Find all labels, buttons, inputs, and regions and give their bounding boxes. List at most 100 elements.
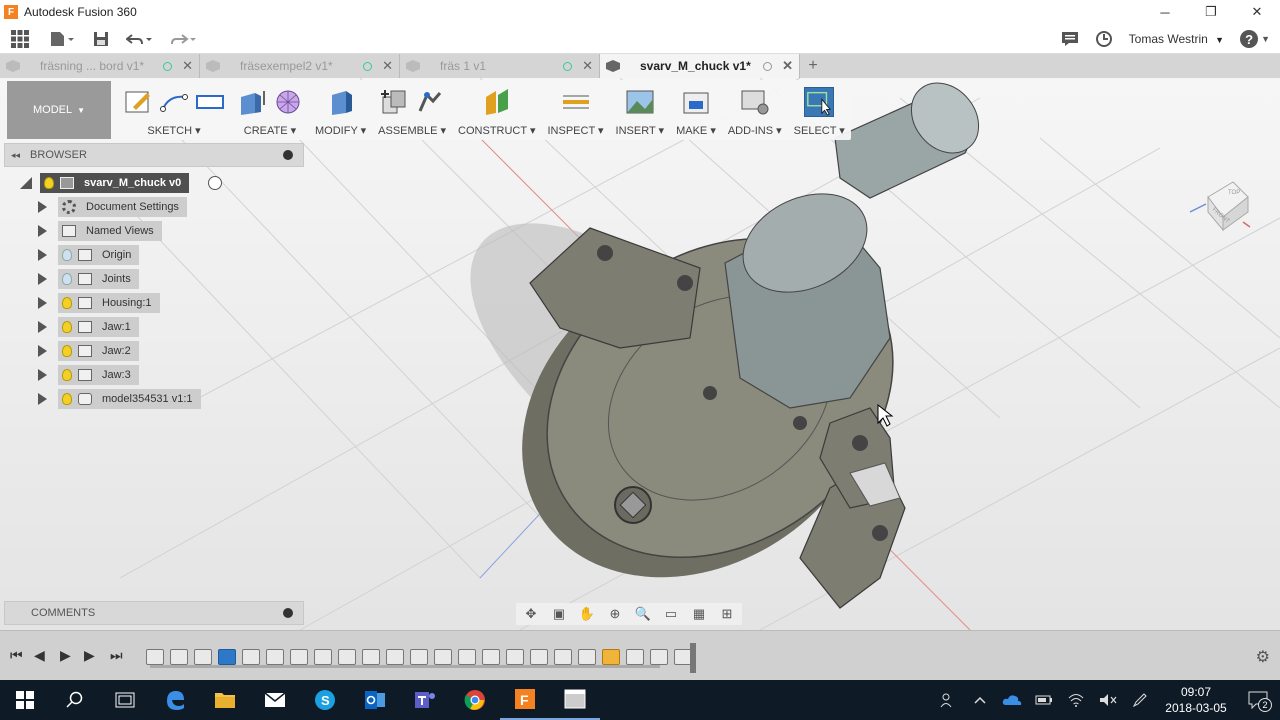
browser-panel-header[interactable]: ◂◂ BROWSER bbox=[4, 143, 304, 167]
ribbon-group-modify[interactable]: MODIFY ▾ bbox=[309, 80, 372, 140]
activate-component-icon[interactable] bbox=[208, 176, 222, 190]
fusion-app[interactable]: F bbox=[500, 680, 550, 720]
expanded-arrow-icon[interactable] bbox=[20, 177, 32, 189]
timeline-feature[interactable] bbox=[242, 649, 260, 665]
zoom-icon[interactable]: ⊕ bbox=[604, 606, 626, 622]
undo-button[interactable] bbox=[118, 25, 162, 53]
timeline-feature[interactable] bbox=[434, 649, 452, 665]
tree-chip[interactable]: Origin bbox=[58, 245, 140, 265]
tree-root[interactable]: svarv_M_chuck v0 bbox=[0, 171, 320, 195]
teams-app[interactable] bbox=[400, 680, 450, 720]
tree-item-model354531[interactable]: model354531 v1:1 bbox=[0, 387, 320, 411]
tab-svarv-m-chuck[interactable]: svarv_M_chuck v1* ✕ bbox=[600, 54, 800, 78]
ribbon-group-insert[interactable]: INSERT ▾ bbox=[610, 80, 671, 140]
go-to-end-icon[interactable]: ⏭ bbox=[110, 647, 123, 664]
look-at-icon[interactable]: ▣ bbox=[548, 606, 570, 622]
visibility-bulb-icon[interactable] bbox=[62, 345, 72, 357]
timeline-feature[interactable] bbox=[650, 649, 668, 665]
step-back-icon[interactable]: ◀ bbox=[34, 647, 45, 664]
expand-arrow-icon[interactable] bbox=[38, 393, 47, 405]
timeline-feature[interactable] bbox=[554, 649, 572, 665]
timeline-feature[interactable] bbox=[266, 649, 284, 665]
save-button[interactable] bbox=[84, 25, 118, 53]
select-tool-icon[interactable] bbox=[804, 87, 835, 117]
scripts-icon[interactable] bbox=[740, 87, 770, 117]
timeline-sketch[interactable] bbox=[218, 649, 236, 665]
timeline-joint[interactable] bbox=[602, 649, 620, 665]
timeline-feature[interactable] bbox=[290, 649, 308, 665]
skype-app[interactable]: S bbox=[300, 680, 350, 720]
tree-item-jaw-2[interactable]: Jaw:2 bbox=[0, 339, 320, 363]
ribbon-group-sketch[interactable]: SKETCH ▾ bbox=[117, 80, 231, 140]
comments-panel-header[interactable]: COMMENTS bbox=[4, 601, 304, 625]
outlook-app[interactable] bbox=[350, 680, 400, 720]
timeline-feature[interactable] bbox=[578, 649, 596, 665]
visibility-bulb-icon[interactable] bbox=[62, 273, 72, 285]
generic-app[interactable] bbox=[550, 680, 600, 720]
edge-app[interactable] bbox=[150, 680, 200, 720]
expand-arrow-icon[interactable] bbox=[38, 369, 47, 381]
expand-arrow-icon[interactable] bbox=[38, 345, 47, 357]
expand-arrow-icon[interactable] bbox=[38, 321, 47, 333]
file-menu-button[interactable] bbox=[40, 25, 84, 53]
file-explorer-app[interactable] bbox=[200, 680, 250, 720]
tree-item-jaw-3[interactable]: Jaw:3 bbox=[0, 363, 320, 387]
ribbon-group-add-ins[interactable]: ADD-INS ▾ bbox=[722, 80, 788, 140]
timeline-settings-gear-icon[interactable]: ⚙ bbox=[1256, 647, 1270, 667]
workspace-switcher[interactable]: MODEL ▼ bbox=[7, 81, 111, 139]
tree-chip[interactable]: Jaw:3 bbox=[58, 365, 139, 385]
visibility-bulb-icon[interactable] bbox=[62, 393, 72, 405]
play-icon[interactable]: ▶ bbox=[60, 647, 71, 664]
new-component-icon[interactable] bbox=[379, 87, 409, 117]
timeline-feature[interactable] bbox=[362, 649, 380, 665]
timeline-feature[interactable] bbox=[146, 649, 164, 665]
extrude-icon[interactable] bbox=[237, 87, 267, 117]
viewcube[interactable]: TOP FRONT bbox=[1188, 172, 1258, 232]
joint-icon[interactable] bbox=[415, 87, 445, 117]
timeline-feature[interactable] bbox=[530, 649, 548, 665]
new-tab-button[interactable]: + bbox=[800, 54, 826, 78]
tree-chip[interactable]: Jaw:1 bbox=[58, 317, 139, 337]
timeline-feature[interactable] bbox=[458, 649, 476, 665]
search-button[interactable] bbox=[50, 680, 100, 720]
ribbon-group-inspect[interactable]: INSPECT ▾ bbox=[541, 80, 609, 140]
timeline-track[interactable] bbox=[150, 665, 660, 668]
action-center-button[interactable]: 2 bbox=[1236, 680, 1280, 720]
pan-icon[interactable]: ✋ bbox=[576, 606, 598, 622]
add-comment-icon[interactable] bbox=[283, 608, 293, 618]
timeline-marker[interactable] bbox=[690, 643, 696, 673]
visibility-bulb-icon[interactable] bbox=[62, 249, 72, 261]
step-forward-icon[interactable]: ▶ bbox=[84, 647, 95, 664]
timeline-feature[interactable] bbox=[338, 649, 356, 665]
line-tool-icon[interactable] bbox=[159, 87, 189, 117]
close-tab-icon[interactable]: ✕ bbox=[582, 58, 593, 74]
tree-chip[interactable]: model354531 v1:1 bbox=[58, 389, 201, 409]
volume-muted-icon[interactable] bbox=[1092, 680, 1124, 720]
close-window-button[interactable]: ✕ bbox=[1234, 0, 1280, 24]
timeline-feature[interactable] bbox=[386, 649, 404, 665]
root-component-chip[interactable]: svarv_M_chuck v0 bbox=[40, 173, 190, 193]
ribbon-group-select[interactable]: SELECT ▾ bbox=[788, 80, 851, 140]
tree-item-named-views[interactable]: Named Views bbox=[0, 219, 320, 243]
timeline-feature[interactable] bbox=[194, 649, 212, 665]
timeline-feature[interactable] bbox=[314, 649, 332, 665]
tree-item-joints[interactable]: Joints bbox=[0, 267, 320, 291]
tab-frasning-bord[interactable]: fräsning ... bord v1* ✕ bbox=[0, 54, 200, 78]
mail-app[interactable] bbox=[250, 680, 300, 720]
ribbon-group-assemble[interactable]: ASSEMBLE ▾ bbox=[372, 80, 452, 140]
timeline-feature[interactable] bbox=[410, 649, 428, 665]
measure-icon[interactable] bbox=[561, 87, 591, 117]
redo-button[interactable] bbox=[162, 25, 206, 53]
create-sketch-icon[interactable] bbox=[123, 87, 153, 117]
minimize-panel-icon[interactable] bbox=[283, 150, 293, 160]
display-settings-icon[interactable]: ▭ bbox=[660, 606, 682, 622]
ribbon-group-create[interactable]: CREATE ▾ bbox=[231, 80, 309, 140]
visibility-bulb-icon[interactable] bbox=[62, 297, 72, 309]
visibility-bulb-icon[interactable] bbox=[44, 177, 54, 189]
tree-chip[interactable]: Joints bbox=[58, 269, 139, 289]
3d-print-icon[interactable] bbox=[681, 87, 711, 117]
pen-icon[interactable] bbox=[1124, 680, 1156, 720]
ribbon-group-construct[interactable]: CONSTRUCT ▾ bbox=[452, 80, 541, 140]
show-hidden-icons-icon[interactable] bbox=[964, 680, 996, 720]
close-tab-icon[interactable]: ✕ bbox=[182, 58, 193, 74]
